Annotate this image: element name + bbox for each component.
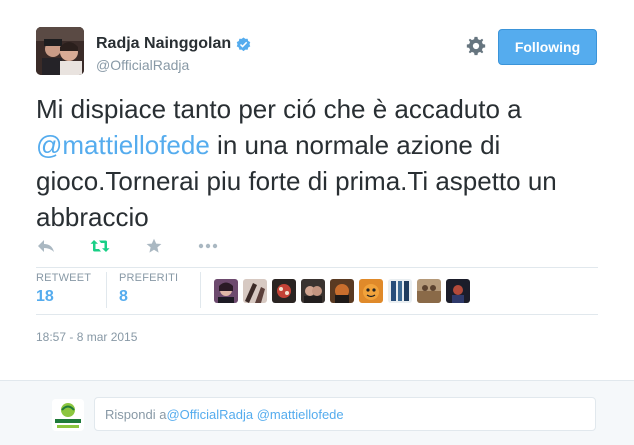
stat-separator bbox=[200, 272, 201, 308]
user-name[interactable]: Radja Nainggolan bbox=[96, 35, 231, 53]
tweet-actions bbox=[36, 236, 252, 256]
favoriter-avatar[interactable] bbox=[388, 279, 412, 303]
favorites-stat-label: PREFERITI bbox=[119, 272, 179, 284]
favorites-count: 8 bbox=[119, 288, 128, 305]
favoriter-avatar[interactable] bbox=[417, 279, 441, 303]
favoriter-avatar[interactable] bbox=[301, 279, 325, 303]
user-avatar[interactable] bbox=[36, 27, 84, 75]
tweet-text-part1: Mi dispiace tanto per ció che è accaduto… bbox=[36, 94, 522, 124]
reply-action[interactable] bbox=[36, 236, 56, 256]
favorites-stat[interactable]: PREFERITI 8 bbox=[119, 272, 178, 306]
stats-top-divider bbox=[36, 267, 598, 268]
more-action[interactable] bbox=[198, 236, 218, 256]
reply-mention-1: @OfficialRadja bbox=[166, 406, 254, 422]
favoriter-avatar[interactable] bbox=[359, 279, 383, 303]
user-name-row: Radja Nainggolan bbox=[96, 35, 251, 53]
tweet-timestamp[interactable]: 18:57 - 8 mar 2015 bbox=[36, 330, 137, 344]
favoriter-avatar[interactable] bbox=[243, 279, 267, 303]
calciomercato-logo bbox=[52, 399, 84, 431]
verified-badge-icon bbox=[236, 36, 251, 51]
favorite-icon bbox=[146, 238, 162, 253]
favoriter-avatar[interactable] bbox=[446, 279, 470, 303]
retweet-stat[interactable]: RETWEET 18 bbox=[36, 272, 91, 306]
reply-mention-2: @mattiellofede bbox=[256, 406, 344, 422]
retweet-icon bbox=[90, 240, 110, 252]
gear-icon[interactable] bbox=[465, 35, 487, 57]
user-handle[interactable]: @OfficialRadja bbox=[96, 57, 189, 73]
following-button[interactable]: Following bbox=[498, 29, 597, 65]
more-icon bbox=[198, 243, 218, 249]
tweet-text: Mi dispiace tanto per ció che è accaduto… bbox=[36, 91, 606, 235]
reply-icon bbox=[38, 240, 54, 252]
favoriter-avatar[interactable] bbox=[330, 279, 354, 303]
tweet-card: Radja Nainggolan @OfficialRadja Followin… bbox=[0, 0, 634, 380]
reply-input[interactable]: Rispondi a @OfficialRadja @mattiellofede bbox=[94, 397, 596, 431]
reply-prefix: Rispondi a bbox=[105, 406, 167, 422]
favorite-action[interactable] bbox=[144, 236, 164, 256]
stat-separator bbox=[106, 272, 107, 308]
avatar-photo bbox=[36, 27, 84, 75]
stats-bottom-divider bbox=[36, 314, 598, 315]
retweet-action[interactable] bbox=[90, 236, 110, 256]
retweet-stat-label: RETWEET bbox=[36, 272, 92, 284]
current-user-avatar bbox=[52, 399, 84, 431]
favoriter-avatar[interactable] bbox=[214, 279, 238, 303]
reply-area: Rispondi a @OfficialRadja @mattiellofede bbox=[0, 380, 634, 445]
retweet-count: 18 bbox=[36, 288, 54, 305]
favoriters-avatars bbox=[214, 279, 475, 303]
tweet-mention-link[interactable]: @mattiellofede bbox=[36, 130, 210, 160]
favoriter-avatar[interactable] bbox=[272, 279, 296, 303]
